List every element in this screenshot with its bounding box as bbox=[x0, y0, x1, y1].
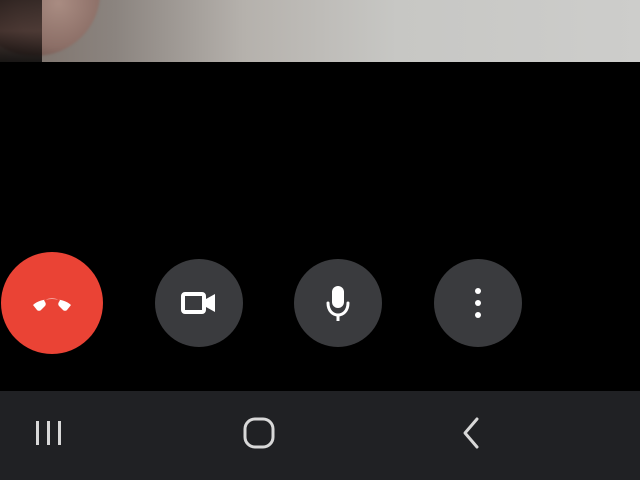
video-toggle-button[interactable] bbox=[155, 259, 243, 347]
back-button[interactable] bbox=[444, 411, 498, 459]
more-options-button[interactable] bbox=[434, 259, 522, 347]
system-navigation-bar bbox=[0, 391, 640, 480]
back-icon bbox=[460, 416, 482, 455]
video-camera-icon bbox=[179, 289, 219, 317]
end-call-button[interactable] bbox=[1, 252, 103, 354]
more-vertical-icon bbox=[472, 286, 484, 320]
video-call-screen bbox=[0, 0, 640, 480]
recent-apps-icon bbox=[34, 419, 64, 452]
video-shadow bbox=[0, 0, 42, 62]
self-video-preview bbox=[0, 0, 640, 62]
recent-apps-button[interactable] bbox=[22, 411, 76, 459]
home-icon bbox=[242, 416, 276, 455]
call-controls bbox=[0, 250, 640, 356]
phone-hangup-icon bbox=[30, 292, 74, 314]
microphone-icon bbox=[323, 283, 353, 323]
home-button[interactable] bbox=[232, 411, 286, 459]
microphone-toggle-button[interactable] bbox=[294, 259, 382, 347]
